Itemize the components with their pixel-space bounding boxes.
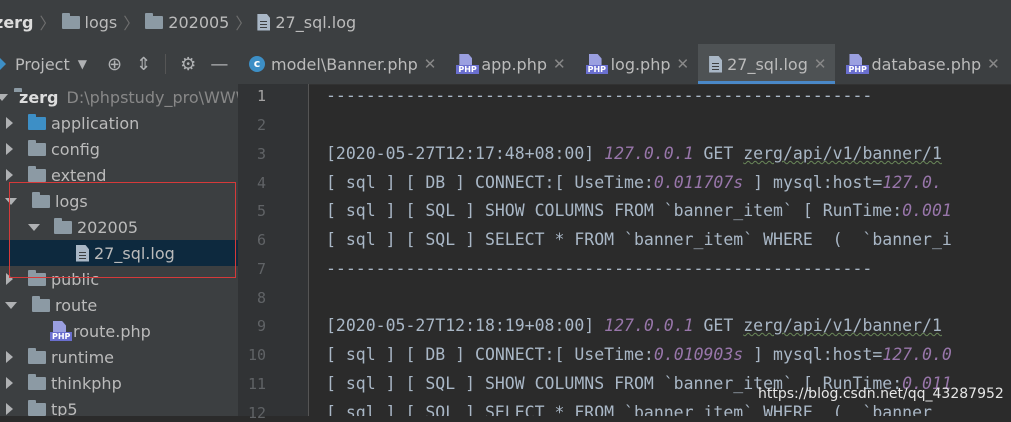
breadcrumb-item-logs[interactable]: logs bbox=[61, 12, 117, 32]
tab-app-php[interactable]: PHP app.php ✕ bbox=[445, 44, 574, 84]
folder-icon bbox=[28, 399, 46, 416]
folder-icon bbox=[32, 295, 50, 312]
breadcrumb-item-file[interactable]: 27_sql.log bbox=[257, 13, 356, 32]
editor-tabs: c model\Banner.php ✕ PHP app.php ✕ PHP log… bbox=[238, 44, 1011, 85]
project-view-icon bbox=[0, 58, 6, 70]
minimize-icon[interactable]: — bbox=[210, 54, 228, 75]
breadcrumb-separator: 〉 bbox=[123, 14, 140, 33]
line-number: 5 bbox=[256, 202, 266, 220]
tab-database-php[interactable]: PHP database.php ✕ bbox=[835, 44, 1008, 84]
line-number: 7 bbox=[256, 260, 266, 278]
class-icon: c bbox=[249, 56, 265, 72]
project-toolbar: Project ▼ ⊕ ⇕ ⚙ — bbox=[0, 44, 238, 84]
code-line-9: [2020-05-27T12:18:19+08:00] 127.0.0.1 GE… bbox=[326, 316, 942, 335]
project-path: D:\phpstudy_pro\WWW bbox=[66, 87, 238, 107]
php-file-icon: PHP bbox=[50, 321, 73, 341]
tab-log-php[interactable]: PHP log.php ✕ bbox=[575, 44, 699, 84]
locate-icon[interactable]: ⊕ bbox=[107, 54, 122, 75]
line-number: 3 bbox=[256, 145, 266, 163]
code-line-7: ----------------------------------------… bbox=[326, 259, 873, 278]
watermark: https://blog.csdn.net/qq_43287952 bbox=[758, 386, 1004, 402]
project-view-title[interactable]: Project bbox=[15, 55, 70, 74]
highlight-box bbox=[9, 182, 236, 278]
code-line-1: ----------------------------------------… bbox=[326, 86, 873, 105]
tree-item-application[interactable]: application bbox=[0, 110, 238, 136]
breadcrumb-item-zerg[interactable]: zerg bbox=[0, 13, 34, 32]
tree-item-config[interactable]: config bbox=[0, 136, 238, 162]
collapse-all-icon[interactable]: ⇕ bbox=[136, 54, 151, 75]
close-icon[interactable]: ✕ bbox=[677, 55, 690, 73]
code-line-5: [ sql ] [ SQL ] SHOW COLUMNS FROM `banne… bbox=[326, 201, 952, 220]
line-number-gutter: 1 2 3 4 5 6 7 8 9 10 11 12 bbox=[238, 84, 308, 422]
line-number: 9 bbox=[256, 317, 266, 335]
tree-item-runtime[interactable]: runtime bbox=[0, 344, 238, 370]
breadcrumb-separator: 〉 bbox=[39, 14, 56, 33]
breadcrumb-separator: 〉 bbox=[235, 14, 252, 33]
folder-icon bbox=[28, 373, 46, 390]
gutter-divider bbox=[308, 84, 309, 416]
code-line-4: [ sql ] [ DB ] CONNECT:[ UseTime:0.01170… bbox=[326, 173, 942, 192]
text-file-icon bbox=[709, 55, 723, 73]
php-file-icon: PHP bbox=[456, 54, 479, 74]
line-number: 12 bbox=[247, 404, 266, 422]
code-line-3: [2020-05-27T12:17:48+08:00] 127.0.0.1 GE… bbox=[326, 144, 942, 163]
line-number: 6 bbox=[256, 231, 266, 249]
tree-item-tp5[interactable]: tp5 bbox=[0, 396, 238, 416]
php-file-icon: PHP bbox=[585, 54, 608, 74]
tab-27-sql-log[interactable]: 27_sql.log ✕ bbox=[698, 44, 836, 84]
tree-item-route-php[interactable]: PHP route.php bbox=[0, 318, 238, 344]
expand-arrow-icon[interactable] bbox=[5, 301, 17, 309]
line-number: 10 bbox=[247, 346, 266, 364]
folder-icon bbox=[145, 12, 164, 29]
toolbar-divider bbox=[165, 54, 167, 74]
line-number: 2 bbox=[256, 116, 266, 134]
breadcrumb: zerg 〉 logs 〉 202005 〉 27_sql.log bbox=[0, 0, 1011, 45]
close-icon[interactable]: ✕ bbox=[814, 55, 827, 73]
folder-icon bbox=[28, 347, 46, 364]
line-number: 4 bbox=[256, 174, 266, 192]
code-editor[interactable]: ----------------------------------------… bbox=[310, 84, 1011, 416]
collapse-arrow-icon[interactable] bbox=[6, 377, 13, 389]
collapse-arrow-icon[interactable] bbox=[6, 169, 13, 181]
code-line-10: [ sql ] [ DB ] CONNECT:[ UseTime:0.01090… bbox=[326, 345, 952, 364]
code-line-6: [ sql ] [ SQL ] SELECT * FROM `banner_it… bbox=[326, 230, 952, 249]
collapse-arrow-icon[interactable] bbox=[6, 351, 13, 363]
close-icon[interactable]: ✕ bbox=[987, 55, 1000, 73]
collapse-arrow-icon[interactable] bbox=[6, 117, 13, 129]
line-number: 8 bbox=[256, 289, 266, 307]
line-number: 11 bbox=[247, 375, 266, 393]
tree-item-thinkphp[interactable]: thinkphp bbox=[0, 370, 238, 396]
line-number: 1 bbox=[256, 87, 266, 105]
folder-icon bbox=[28, 165, 46, 182]
gear-icon[interactable]: ⚙ bbox=[180, 54, 196, 75]
breadcrumb-item-202005[interactable]: 202005 bbox=[145, 12, 229, 32]
folder-icon bbox=[28, 139, 46, 156]
close-icon[interactable]: ✕ bbox=[424, 55, 437, 73]
folder-icon bbox=[61, 12, 80, 29]
tab-model-banner[interactable]: c model\Banner.php ✕ bbox=[238, 44, 445, 84]
expand-arrow-icon[interactable] bbox=[0, 93, 8, 101]
tree-item-route[interactable]: route bbox=[0, 292, 238, 318]
code-line-12: [ sql ] [ SQL ] SELECT * FROM `banner_it… bbox=[326, 403, 942, 416]
php-file-icon: PHP bbox=[846, 54, 869, 74]
tree-item-zerg[interactable]: zerg D:\phpstudy_pro\WWW bbox=[0, 84, 238, 110]
text-file-icon bbox=[257, 13, 271, 31]
chevron-down-icon[interactable]: ▼ bbox=[78, 57, 87, 71]
close-icon[interactable]: ✕ bbox=[553, 55, 566, 73]
collapse-arrow-icon[interactable] bbox=[6, 403, 13, 415]
collapse-arrow-icon[interactable] bbox=[6, 143, 13, 155]
folder-icon bbox=[28, 113, 46, 130]
